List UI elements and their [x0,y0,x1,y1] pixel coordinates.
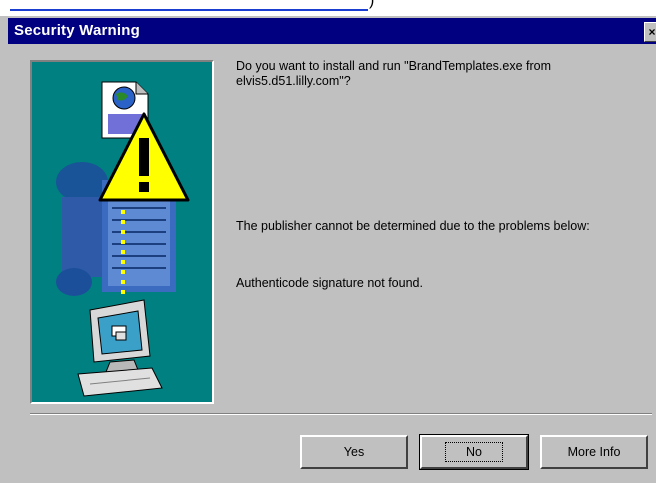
no-button[interactable]: No [419,434,529,470]
top-paren: ) [369,0,375,9]
more-info-button-label: More Info [567,445,621,459]
separator-highlight [30,414,652,415]
more-info-button[interactable]: More Info [540,435,648,469]
close-button[interactable]: × [644,22,656,42]
warning-illustration [30,60,214,404]
signature-detail: Authenticode signature not found. [236,276,423,290]
yes-button-label: Yes [343,445,365,459]
link-underline[interactable] [10,9,368,11]
no-button-label: No [445,442,503,462]
globe-icon [112,86,136,110]
yes-button[interactable]: Yes [300,435,408,469]
install-question: Do you want to install and run "BrandTem… [236,59,552,88]
dialog-title: Security Warning [14,22,140,39]
connection-dots [121,210,125,294]
title-bar[interactable]: Security Warning × [8,18,656,44]
security-warning-dialog: Security Warning × Do you want to instal… [0,16,656,483]
illustration-svg [56,81,190,397]
publisher-warning: The publisher cannot be determined due t… [236,219,590,233]
close-icon: × [648,25,656,39]
computer-icon [77,299,163,397]
top-link-strip: ) [0,0,656,16]
